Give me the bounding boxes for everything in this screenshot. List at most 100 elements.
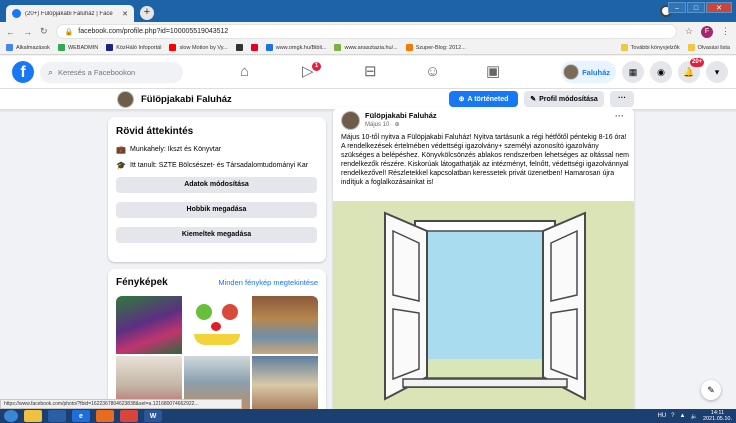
notifications-icon[interactable]: 🔔 20+: [678, 58, 705, 83]
bookmark-favicon-icon: [57, 44, 65, 51]
bookmark-folder[interactable]: További könyvjelzők: [620, 44, 680, 51]
profile-name[interactable]: Fülöpjakabi Faluház: [141, 94, 232, 105]
home-icon[interactable]: ⌂: [240, 64, 249, 80]
search-input[interactable]: [58, 68, 169, 77]
chrome-menu-icon[interactable]: ⋮: [721, 26, 730, 37]
clock[interactable]: 14:11 2021.05.10.: [703, 410, 732, 422]
edge-icon[interactable]: e: [72, 410, 90, 422]
photo-thumbnail[interactable]: [184, 296, 250, 354]
intro-title: Rövid áttekintés: [116, 126, 194, 137]
gaming-icon[interactable]: ▣: [486, 64, 500, 80]
user-name: Faluház: [582, 67, 610, 77]
intro-card: Rövid áttekintés 💼 Munkahely: Ikszt és K…: [108, 117, 326, 262]
photo-thumbnail[interactable]: [116, 296, 182, 354]
file-explorer-icon[interactable]: [24, 410, 42, 422]
close-window-button[interactable]: ✕: [706, 2, 732, 13]
post-date[interactable]: Május 10 · ⊕: [365, 121, 400, 128]
post-text: Május 10-től nyitva a Fülöpjakabi Faluhá…: [341, 134, 629, 186]
start-button[interactable]: [4, 410, 18, 422]
edit-details-button[interactable]: Adatok módosítása: [116, 177, 317, 193]
facebook-logo-icon[interactable]: f: [12, 61, 34, 83]
intro-study: Itt tanult: SZTE Bölcsészet- és Társadal…: [130, 162, 309, 169]
add-featured-button[interactable]: Kiemeltek megadása: [116, 227, 317, 243]
intro-work-row: 💼 Munkahely: Ikszt és Könyvtar: [116, 145, 318, 154]
minimize-button[interactable]: –: [668, 2, 686, 13]
profile-avatar[interactable]: [117, 91, 134, 108]
reload-icon[interactable]: ↻: [40, 26, 48, 37]
bookmark-label: www.omgk.hu/Bibli...: [275, 44, 327, 51]
see-all-photos-link[interactable]: Minden fénykép megtekintése: [218, 278, 318, 287]
media-player-icon[interactable]: [48, 410, 66, 422]
bookmark-item[interactable]: KözHáló Infoportál: [106, 44, 161, 51]
browser-tab-strip: (20+) Fülöpjakabi Faluház | Face ✕ + – □…: [0, 0, 736, 22]
bookmark-item[interactable]: slow Motion by Vy...: [169, 44, 228, 51]
tab-title: (20+) Fülöpjakabi Faluház | Face: [25, 10, 113, 17]
bookmark-favicon-icon: [250, 44, 258, 51]
volume-icon[interactable]: 🔈: [690, 413, 697, 420]
facebook-right-menu: Faluház ▦ ◉ 🔔 20+ ▾: [561, 58, 728, 83]
more-options-button[interactable]: ···: [610, 91, 634, 107]
help-icon[interactable]: ?: [671, 413, 674, 419]
url-field[interactable]: 🔒 facebook.com/profile.php?id=1000055190…: [55, 24, 677, 39]
browser-tab[interactable]: (20+) Fülöpjakabi Faluház | Face ✕: [6, 5, 134, 22]
add-story-label: A történeted: [467, 95, 509, 103]
back-icon[interactable]: ←: [6, 27, 15, 37]
facebook-search[interactable]: ⌕: [40, 62, 183, 83]
new-message-icon[interactable]: ✎: [701, 380, 721, 400]
post-author[interactable]: Fülöpjakabi Faluház: [365, 111, 437, 120]
account-dropdown-icon[interactable]: ▾: [706, 61, 728, 83]
menu-grid-icon[interactable]: ▦: [622, 61, 644, 83]
tray-arrow-icon[interactable]: ▲: [680, 413, 686, 419]
new-tab-button[interactable]: +: [140, 6, 154, 20]
photos-title: Fényképek: [116, 277, 168, 288]
photo-grid: [116, 296, 318, 414]
facebook-favicon-icon: [12, 9, 21, 18]
bookmark-favicon-icon: [265, 44, 273, 51]
bookmark-favicon-icon: [169, 44, 177, 51]
bookmark-item[interactable]: Szuper-Blog: 2012...: [405, 44, 466, 51]
pencil-icon: ✎: [530, 96, 537, 103]
bookmark-label: Szuper-Blog: 2012...: [415, 44, 466, 51]
user-profile-chip[interactable]: Faluház: [561, 61, 616, 83]
chrome-icon[interactable]: [120, 410, 138, 422]
tab-close-icon[interactable]: ✕: [122, 10, 128, 18]
account-avatar[interactable]: F: [701, 25, 713, 38]
bookmark-folder[interactable]: Olvasási lista: [687, 44, 730, 51]
facebook-top-bar: f ⌕ ⌂ ▷ 1 ⊟ ☺ ▣ Faluház ▦ ◉ 🔔 20+ ▾: [0, 56, 736, 89]
bookmark-label: KözHáló Infoportál: [116, 44, 162, 51]
post-options-icon[interactable]: ···: [615, 111, 624, 121]
language-indicator[interactable]: HU: [657, 413, 666, 419]
bookmark-item[interactable]: [250, 44, 258, 51]
firefox-icon[interactable]: [96, 410, 114, 422]
bookmark-favicon-icon: [106, 44, 114, 51]
bookmark-favicon-icon: [334, 44, 342, 51]
bookmark-favicon-icon: [235, 44, 243, 51]
add-hobbies-button[interactable]: Hobbik megadása: [116, 202, 317, 218]
edit-profile-button[interactable]: ✎ Profil módosítása: [524, 91, 604, 107]
url-text: facebook.com/profile.php?id=100005519043…: [78, 28, 229, 35]
forward-icon[interactable]: →: [23, 27, 32, 37]
marketplace-icon[interactable]: ⊟: [364, 64, 377, 80]
bookmark-folder-label: További könyvjelzők: [630, 44, 680, 51]
add-story-button[interactable]: ⊕ A történeted: [449, 91, 518, 107]
bookmark-item[interactable]: Alkalmazások: [6, 44, 50, 51]
folder-icon: [687, 44, 695, 51]
bookmark-item[interactable]: www.anasztazia.hu/...: [334, 44, 398, 51]
bookmark-item[interactable]: WEBADMIN: [57, 44, 99, 51]
groups-icon[interactable]: ☺: [425, 64, 440, 80]
bookmark-label: WEBADMIN: [67, 44, 99, 51]
bookmark-item[interactable]: [235, 44, 243, 51]
word-icon[interactable]: W: [144, 410, 162, 422]
messenger-icon[interactable]: ◉: [650, 61, 672, 83]
bookmark-label: slow Motion by Vy...: [179, 44, 228, 51]
post-card: Fülöpjakabi Faluház Május 10 · ⊕ ··· Máj…: [333, 107, 634, 423]
photo-thumbnail[interactable]: [252, 356, 318, 414]
bookmark-item[interactable]: www.omgk.hu/Bibli...: [265, 44, 327, 51]
photo-thumbnail[interactable]: [252, 296, 318, 354]
post-image[interactable]: [333, 201, 634, 423]
bookmark-star-icon[interactable]: ☆: [685, 26, 693, 37]
maximize-button[interactable]: □: [687, 2, 705, 13]
post-author-avatar[interactable]: [341, 111, 360, 130]
search-icon: ⌕: [48, 67, 54, 77]
intro-study-row: 🎓 Itt tanult: SZTE Bölcsészet- és Társad…: [116, 161, 318, 170]
